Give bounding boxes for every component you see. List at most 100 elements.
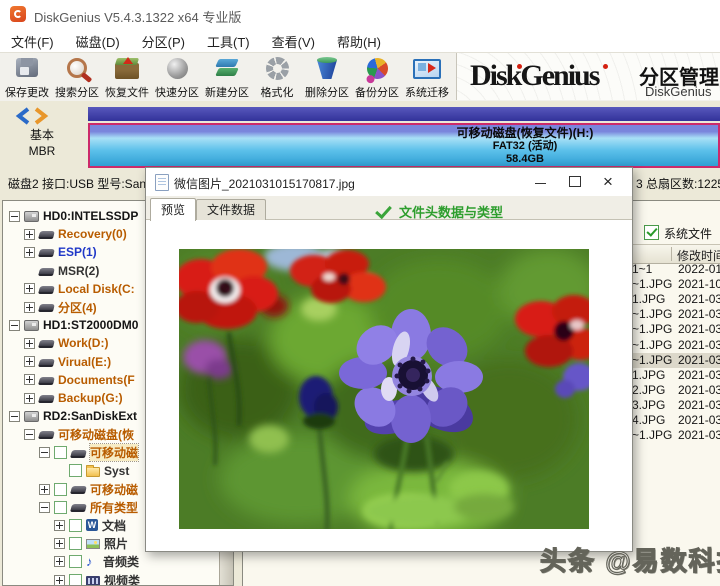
tree-checkbox[interactable] xyxy=(69,574,82,586)
partition-icon xyxy=(38,231,55,239)
column-separator[interactable] xyxy=(671,247,672,261)
file-modified-date: 2021-03 xyxy=(678,413,720,427)
expand-icon[interactable] xyxy=(24,247,35,258)
minimize-button[interactable] xyxy=(524,168,558,196)
partition-icon xyxy=(38,359,55,367)
tree-item-label: 可移动磁 xyxy=(90,444,138,461)
expand-icon[interactable] xyxy=(24,302,35,313)
tree-checkbox[interactable] xyxy=(69,555,82,568)
expand-icon[interactable] xyxy=(24,338,35,349)
logo-panel: DiskGenius 分区管理 DiskGenius xyxy=(456,53,720,100)
title-bar: DiskGenius V5.4.3.1322 x64 专业版 xyxy=(0,0,720,29)
tree-item-label: 可移动磁 xyxy=(90,481,138,498)
selected-partition-bar[interactable]: 可移动磁盘(恢复文件)(H:) FAT32 (活动) 58.4GB xyxy=(88,123,720,168)
expand-icon[interactable] xyxy=(24,356,35,367)
file-modified-date: 2021-03 xyxy=(678,383,720,397)
expand-icon[interactable] xyxy=(24,283,35,294)
format-icon xyxy=(266,57,289,80)
menu-item[interactable]: 帮助(H) xyxy=(326,28,392,52)
collapse-icon[interactable] xyxy=(24,429,35,440)
file-modified-date: 2022-01 xyxy=(678,262,720,276)
toolbar-button-format[interactable]: 格式化 xyxy=(252,55,302,100)
folder-icon xyxy=(86,467,100,477)
preview-dialog: 微信图片_2021031015170817.jpg 预览 文件数据 文件头数据与… xyxy=(145,167,633,552)
partition-icon xyxy=(38,431,55,439)
toolbar-button-label: 格式化 xyxy=(261,84,294,100)
maximize-button[interactable] xyxy=(558,168,592,196)
file-modified-date: 2021-03 xyxy=(678,428,720,442)
partition-icon xyxy=(38,304,55,312)
file-name: 2.JPG xyxy=(632,383,665,397)
disk-icon xyxy=(24,320,39,331)
tree-item[interactable]: 音频类 xyxy=(3,553,234,571)
nav-arrows[interactable] xyxy=(14,107,70,125)
partition-icon xyxy=(38,268,55,276)
toolbar-button-quick[interactable]: 快速分区 xyxy=(152,55,202,100)
toolbar-button-recover[interactable]: 恢复文件 xyxy=(102,55,152,100)
new-icon xyxy=(214,57,240,79)
expand-icon[interactable] xyxy=(54,538,65,549)
toolbar-button-label: 快速分区 xyxy=(155,84,199,100)
expand-icon[interactable] xyxy=(24,229,35,240)
toolbar-button-save[interactable]: 保存更改 xyxy=(2,55,52,100)
collapse-icon[interactable] xyxy=(9,320,20,331)
tree-item-label: 照片 xyxy=(104,535,128,552)
tree-checkbox[interactable] xyxy=(69,464,82,477)
toolbar-button-delete[interactable]: 删除分区 xyxy=(302,55,352,100)
toolbar-button-label: 系统迁移 xyxy=(405,84,449,100)
expand-icon[interactable] xyxy=(54,556,65,567)
file-name: 1.JPG xyxy=(632,292,665,306)
menu-item[interactable]: 文件(F) xyxy=(0,28,65,52)
toolbar-button-migrate[interactable]: 系统迁移 xyxy=(402,55,452,100)
expand-icon[interactable] xyxy=(39,484,50,495)
collapse-icon[interactable] xyxy=(39,502,50,513)
collapse-icon[interactable] xyxy=(9,211,20,222)
tree-checkbox[interactable] xyxy=(69,519,82,532)
menu-item[interactable]: 工具(T) xyxy=(196,28,261,52)
tree-item-label: HD1:ST2000DM0 xyxy=(43,318,138,332)
close-button[interactable] xyxy=(592,168,626,196)
collapse-icon[interactable] xyxy=(39,447,50,458)
tree-checkbox[interactable] xyxy=(54,446,67,459)
file-name: ~1.JPG xyxy=(632,307,672,321)
system-files-checkbox[interactable] xyxy=(644,225,659,240)
dialog-title-bar[interactable]: 微信图片_2021031015170817.jpg xyxy=(146,168,632,196)
window-title: DiskGenius V5.4.3.1322 x64 专业版 xyxy=(34,7,241,26)
tree-item[interactable]: 视频类 xyxy=(3,571,234,586)
menu-item[interactable]: 查看(V) xyxy=(261,28,326,52)
tree-item-label: MSR(2) xyxy=(58,264,99,278)
tree-item-label: 视频类 xyxy=(104,572,140,586)
tree-checkbox[interactable] xyxy=(69,537,82,550)
file-name: ~1.JPG xyxy=(632,322,672,336)
file-name: 1.JPG xyxy=(632,368,665,382)
toolbar-button-label: 新建分区 xyxy=(205,84,249,100)
file-name: 1~1 xyxy=(632,262,652,276)
logo-tagline-bottom: DiskGenius xyxy=(645,84,711,99)
backup-icon xyxy=(364,56,390,82)
tree-item-label: 音频类 xyxy=(103,553,139,570)
file-modified-date: 2021-03 xyxy=(678,292,720,306)
delete-icon xyxy=(316,57,338,79)
file-name: ~1.JPG xyxy=(632,338,672,352)
toolbar-button-search[interactable]: 搜索分区 xyxy=(52,55,102,100)
expand-icon[interactable] xyxy=(24,393,35,404)
tab-preview[interactable]: 预览 xyxy=(150,198,196,221)
tree-checkbox[interactable] xyxy=(54,483,67,496)
tree-checkbox[interactable] xyxy=(54,501,67,514)
quick-icon xyxy=(167,58,188,79)
expand-icon[interactable] xyxy=(54,575,65,586)
image-icon xyxy=(86,539,100,549)
menu-item[interactable]: 磁盘(D) xyxy=(65,28,131,52)
recover-icon xyxy=(115,63,139,79)
collapse-icon[interactable] xyxy=(9,411,20,422)
toolbar-button-new[interactable]: 新建分区 xyxy=(202,55,252,100)
expand-icon[interactable] xyxy=(24,374,35,385)
toolbar-button-backup[interactable]: 备份分区 xyxy=(352,55,402,100)
tree-item-label: Local Disk(C: xyxy=(58,282,135,296)
menu-item[interactable]: 分区(P) xyxy=(131,28,196,52)
tab-file-data[interactable]: 文件数据 xyxy=(196,199,266,220)
diskgenius-window: DiskGenius V5.4.3.1322 x64 专业版 文件(F)磁盘(D… xyxy=(0,0,720,586)
expand-icon[interactable] xyxy=(54,520,65,531)
system-files-label: 系统文件 xyxy=(664,225,712,242)
disk-overview-bar[interactable] xyxy=(88,107,720,121)
